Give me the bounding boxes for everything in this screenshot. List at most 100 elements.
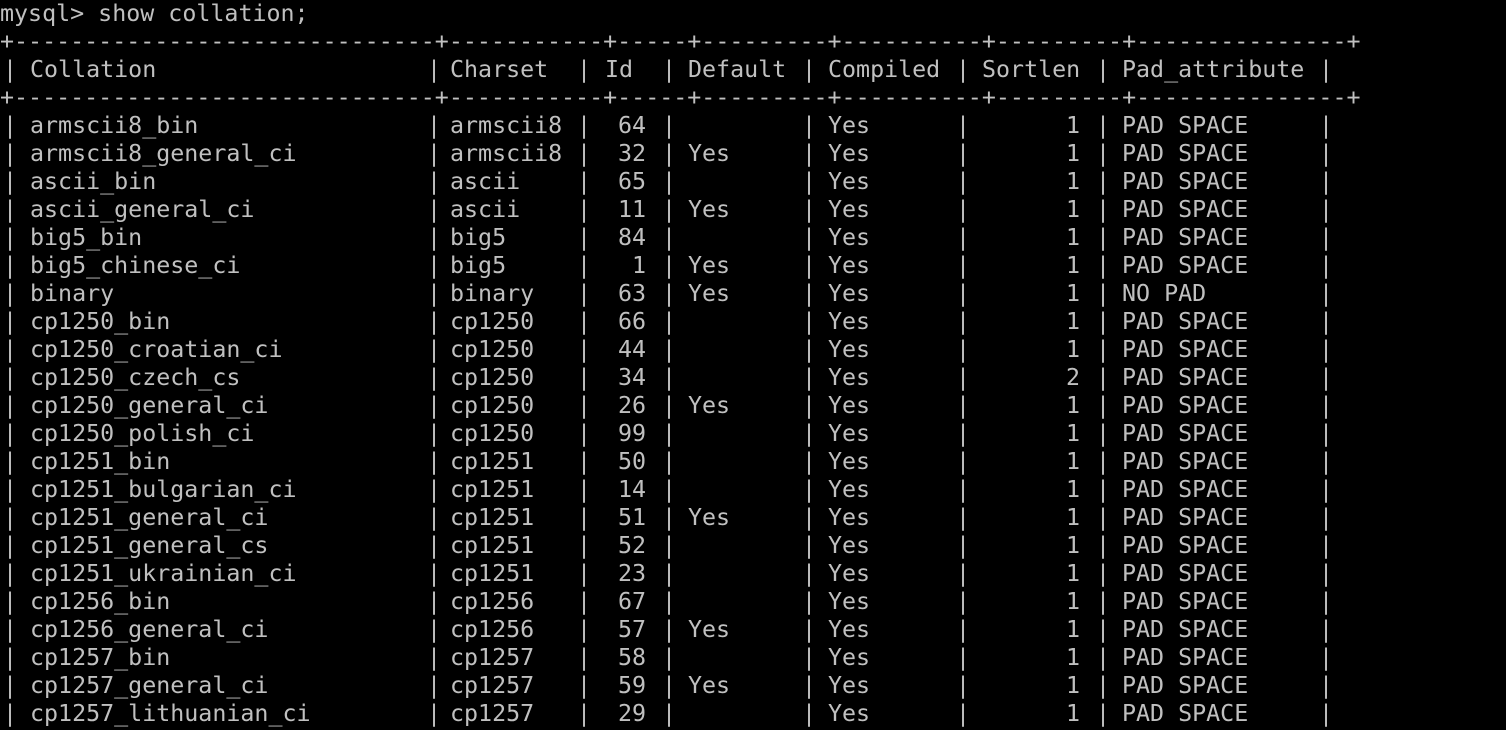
column-separator: | xyxy=(427,700,442,727)
cell-compiled: Yes xyxy=(828,112,871,139)
column-separator: | xyxy=(1096,560,1111,587)
cell-collation: binary xyxy=(30,280,115,307)
column-separator: | xyxy=(802,364,817,391)
cell-collation: big5_bin xyxy=(30,224,143,251)
column-separator: | xyxy=(802,280,817,307)
column-separator: | xyxy=(662,280,677,307)
column-separator: | xyxy=(427,196,442,223)
column-separator: | xyxy=(1096,588,1111,615)
column-separator: | xyxy=(662,56,677,83)
column-separator: | xyxy=(1319,364,1334,391)
column-separator: | xyxy=(427,616,442,643)
column-separator: | xyxy=(802,476,817,503)
column-separator: | xyxy=(802,336,817,363)
table-row: | cp1250_croatian_ci | cp1250 | 44 | | Yes | 1 | PAD… xyxy=(0,336,1506,364)
column-separator: | xyxy=(1096,420,1111,447)
column-separator: | xyxy=(3,448,18,475)
column-separator: | xyxy=(577,672,592,699)
cell-charset: cp1251 xyxy=(450,532,535,559)
column-separator: | xyxy=(427,448,442,475)
cell-sortlen: 1 xyxy=(1065,644,1080,671)
cell-compiled: Yes xyxy=(828,308,871,335)
table-row: | big5_bin | big5 | 84 | | Yes | 1 | PAD SPACE | xyxy=(0,224,1506,252)
table-row: | cp1256_bin | cp1256 | 67 | | Yes | 1 | PAD SPACE | xyxy=(0,588,1506,616)
column-separator: | xyxy=(3,196,18,223)
cell-default xyxy=(688,700,798,728)
table-row: | cp1257_general_ci | cp1257 | 59 | Yes | Yes | 1 | P… xyxy=(0,672,1506,700)
column-separator: | xyxy=(3,504,18,531)
cell-default xyxy=(688,336,798,364)
cell-collation: cp1250_polish_ci xyxy=(30,420,255,447)
table-border-top: +------------------------------+--------… xyxy=(0,28,1361,55)
table-header-row: | Collation | Charset | Id | Default | C… xyxy=(0,56,1506,84)
column-separator: | xyxy=(1096,644,1111,671)
column-separator: | xyxy=(662,672,677,699)
column-separator: | xyxy=(802,308,817,335)
column-separator: | xyxy=(427,112,442,139)
cell-pad-attribute: PAD SPACE xyxy=(1122,112,1249,139)
header-default: Default xyxy=(688,56,787,83)
cell-compiled: Yes xyxy=(828,560,871,587)
column-separator: | xyxy=(662,392,677,419)
column-separator: | xyxy=(1319,532,1334,559)
column-separator: | xyxy=(1319,644,1334,671)
header-id: Id xyxy=(605,56,634,83)
column-separator: | xyxy=(577,224,592,251)
cell-collation: armscii8_bin xyxy=(30,112,199,139)
cell-charset: cp1257 xyxy=(450,672,535,699)
cell-sortlen: 1 xyxy=(1065,280,1080,307)
cell-pad-attribute: PAD SPACE xyxy=(1122,364,1249,391)
column-separator: | xyxy=(1319,448,1334,475)
column-separator: | xyxy=(1096,112,1111,139)
column-separator: | xyxy=(427,308,442,335)
cell-charset: cp1257 xyxy=(450,644,535,671)
column-separator: | xyxy=(3,224,18,251)
column-separator: | xyxy=(1319,560,1334,587)
column-separator: | xyxy=(802,644,817,671)
column-separator: | xyxy=(427,504,442,531)
column-separator: | xyxy=(3,644,18,671)
column-separator: | xyxy=(802,560,817,587)
cell-default xyxy=(688,448,798,476)
column-separator: | xyxy=(1096,252,1111,279)
table-border-header: +------------------------------+--------… xyxy=(0,84,1361,111)
cell-charset: cp1250 xyxy=(450,392,535,419)
table-row: | cp1250_czech_cs | cp1250 | 34 | | Yes | 2 | PAD SP… xyxy=(0,364,1506,392)
cell-id: 23 xyxy=(617,560,646,587)
column-separator: | xyxy=(1319,616,1334,643)
cell-id: 26 xyxy=(617,392,646,419)
cell-pad-attribute: PAD SPACE xyxy=(1122,252,1249,279)
column-separator: | xyxy=(662,616,677,643)
table-row: | big5_chinese_ci | big5 | 1 | Yes | Yes | 1 | PAD SP… xyxy=(0,252,1506,280)
cell-compiled: Yes xyxy=(828,224,871,251)
cell-pad-attribute: PAD SPACE xyxy=(1122,196,1249,223)
column-separator: | xyxy=(802,196,817,223)
table-row: | armscii8_general_ci | armscii8 | 32 | Yes | Yes… xyxy=(0,140,1506,168)
column-separator: | xyxy=(3,672,18,699)
column-separator: | xyxy=(1319,672,1334,699)
cell-id: 99 xyxy=(617,420,646,447)
column-separator: | xyxy=(577,504,592,531)
cell-id: 32 xyxy=(617,140,646,167)
column-separator: | xyxy=(1096,532,1111,559)
column-separator: | xyxy=(802,588,817,615)
column-separator: | xyxy=(662,476,677,503)
cell-id: 57 xyxy=(617,616,646,643)
column-separator: | xyxy=(3,140,18,167)
terminal-window[interactable]: mysql> show collation; +----------------… xyxy=(0,0,1506,730)
cell-collation: ascii_bin xyxy=(30,168,157,195)
table-row: | ascii_bin | ascii | 65 | | Yes | 1 | PAD SPACE | xyxy=(0,168,1506,196)
cell-collation: cp1250_general_ci xyxy=(30,392,269,419)
column-separator: | xyxy=(802,140,817,167)
cell-default: Yes xyxy=(688,504,731,531)
cell-compiled: Yes xyxy=(828,588,871,615)
column-separator: | xyxy=(3,588,18,615)
cell-pad-attribute: PAD SPACE xyxy=(1122,140,1249,167)
cell-collation: cp1250_bin xyxy=(30,308,171,335)
cell-charset: cp1250 xyxy=(450,336,535,363)
column-separator: | xyxy=(3,476,18,503)
column-separator: | xyxy=(1096,224,1111,251)
cell-sortlen: 1 xyxy=(1065,700,1080,727)
column-separator: | xyxy=(1096,56,1111,83)
cell-charset: big5 xyxy=(450,252,507,279)
